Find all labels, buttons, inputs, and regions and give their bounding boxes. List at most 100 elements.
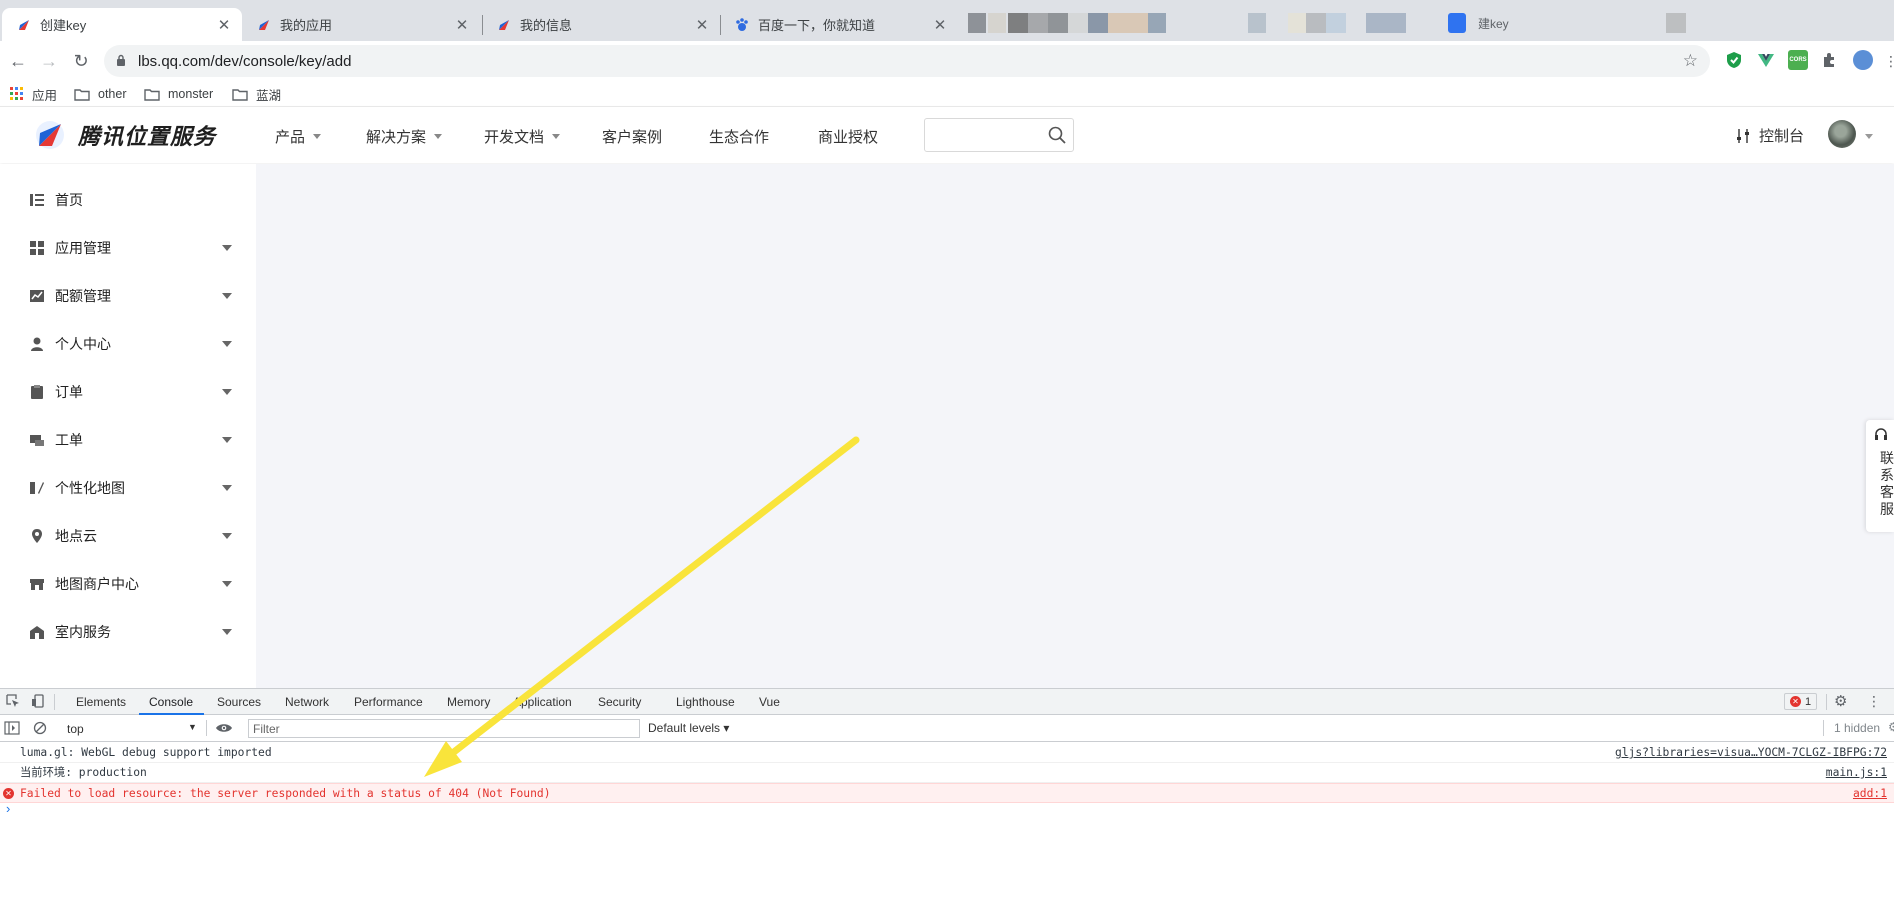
console-label: 控制台 <box>1759 128 1805 145</box>
devtools-tab-security[interactable]: Security <box>598 695 641 709</box>
bookmark-folder-other[interactable]: other <box>74 84 127 104</box>
contact-service-label: 联系客服 <box>1880 450 1894 517</box>
user-avatar[interactable] <box>1828 120 1856 148</box>
sidebar-item-merchant-center[interactable]: 地图商户中心 <box>0 560 256 608</box>
devtools-tab-bar: Elements Console Sources Network Perform… <box>0 689 1894 715</box>
folder-icon <box>232 88 248 101</box>
console-link[interactable]: 控制台 <box>1735 125 1804 146</box>
bookmark-folder-monster[interactable]: monster <box>144 84 213 104</box>
nav-ecosystem[interactable]: 生态合作 <box>709 126 769 147</box>
context-value: top <box>67 722 84 736</box>
sidebar-item-app-management[interactable]: 应用管理 <box>0 224 256 272</box>
settings-gear-icon[interactable]: ⚙ <box>1834 692 1847 710</box>
devtools-tab-console[interactable]: Console <box>149 695 193 709</box>
nav-products[interactable]: 产品 <box>275 126 322 147</box>
chevron-down-icon <box>222 389 232 395</box>
close-tab-icon[interactable]: ✕ <box>452 16 472 34</box>
profile-icon[interactable] <box>1853 50 1873 70</box>
nav-business-license[interactable]: 商业授权 <box>818 126 878 147</box>
devtools-tab-vue[interactable]: Vue <box>759 695 780 709</box>
inspect-element-icon[interactable] <box>6 694 20 708</box>
tab-title: 我的信息 <box>520 18 573 33</box>
sidebar-item-custom-map[interactable]: 个性化地图 <box>0 464 256 512</box>
devtools-tab-network[interactable]: Network <box>285 695 329 709</box>
browser-tab-my-apps[interactable]: 我的应用 ✕ <box>242 8 480 41</box>
close-tab-icon[interactable]: ✕ <box>692 16 712 34</box>
puzzle-extensions-icon[interactable] <box>1820 50 1840 70</box>
nav-dev-docs[interactable]: 开发文档 <box>484 126 561 147</box>
console-sidebar: 首页 应用管理 配额管理 个人中心 订单 工单 个性化地图 地点云 地图商户中心 <box>0 164 256 688</box>
bookmark-star-icon[interactable]: ☆ <box>1683 51 1698 71</box>
devtools-tab-performance[interactable]: Performance <box>354 695 423 709</box>
chart-icon <box>30 290 44 302</box>
console-settings-gear-icon[interactable]: ⚙ <box>1888 720 1894 734</box>
divider <box>206 720 207 736</box>
execution-context-select[interactable]: top ▼ <box>62 719 200 738</box>
browser-tab-my-info[interactable]: 我的信息 ✕ <box>482 8 720 41</box>
console-prompt-icon[interactable]: › <box>6 801 10 816</box>
devtools-tab-elements[interactable]: Elements <box>76 695 126 709</box>
console-log-row: 当前环境: production main.js:1 <box>0 763 1894 783</box>
sidebar-item-place-cloud[interactable]: 地点云 <box>0 512 256 560</box>
console-input[interactable] <box>20 799 1880 817</box>
close-tab-icon[interactable]: ✕ <box>930 16 950 34</box>
vue-extension-icon[interactable] <box>1756 50 1776 70</box>
forward-button[interactable]: → <box>37 49 61 73</box>
search-icon[interactable] <box>1047 125 1067 145</box>
cors-extension-icon[interactable]: CORS <box>1788 50 1808 70</box>
tab-title: 创建key <box>40 18 87 33</box>
tencent-lbs-favicon-icon <box>259 19 269 30</box>
devtools-tab-lighthouse[interactable]: Lighthouse <box>676 695 735 709</box>
console-filter-input[interactable]: Filter <box>248 719 640 738</box>
log-source-link[interactable]: main.js:1 <box>1826 763 1887 783</box>
folder-icon <box>144 88 160 101</box>
contact-service-button[interactable]: 联系客服 <box>1866 420 1894 532</box>
nav-label: 产品 <box>275 129 306 146</box>
devtools-tab-memory[interactable]: Memory <box>447 695 490 709</box>
sidebar-item-label: 订单 <box>55 384 83 400</box>
user-icon <box>31 337 43 351</box>
nav-label: 开发文档 <box>484 129 545 146</box>
chevron-down-icon <box>434 134 443 139</box>
show-sidebar-icon[interactable] <box>4 721 20 735</box>
bookmark-apps[interactable]: 应用 <box>10 84 57 104</box>
back-button[interactable]: ← <box>6 49 30 73</box>
devtools-tab-application[interactable]: Application <box>513 695 572 709</box>
brand-logo[interactable]: 腾讯位置服务 <box>34 119 216 151</box>
nav-solutions[interactable]: 解决方案 <box>366 126 443 147</box>
main-content: 联系客服 <box>256 164 1894 688</box>
browser-tab-create-key[interactable]: 创建key ✕ <box>2 8 242 41</box>
devtools-menu-icon[interactable]: ⋮ <box>1867 693 1881 710</box>
log-levels-dropdown[interactable]: Default levels ▾ <box>648 721 729 735</box>
sidebar-item-tickets[interactable]: 工单 <box>0 416 256 464</box>
chevron-down-icon <box>222 533 232 539</box>
clear-console-icon[interactable] <box>33 721 47 735</box>
sidebar-item-label: 个人中心 <box>55 336 111 352</box>
devtools-tab-sources[interactable]: Sources <box>217 695 261 709</box>
bookmark-folder-lanhu[interactable]: 蓝湖 <box>232 84 281 104</box>
divider <box>1826 694 1827 710</box>
live-expression-eye-icon[interactable] <box>215 722 233 734</box>
nav-customer-cases[interactable]: 客户案例 <box>602 126 662 147</box>
error-count: 1 <box>1805 695 1812 708</box>
chevron-down-icon[interactable] <box>1865 134 1873 139</box>
shield-extension-icon[interactable] <box>1724 50 1744 70</box>
browser-tab-baidu[interactable]: 百度一下，你就知道 ✕ <box>720 8 958 41</box>
sidebar-item-personal-center[interactable]: 个人中心 <box>0 320 256 368</box>
bookmark-label: other <box>98 87 127 101</box>
error-count-badge[interactable]: ✕ 1 <box>1784 693 1818 710</box>
sidebar-item-orders[interactable]: 订单 <box>0 368 256 416</box>
log-message: 当前环境: production <box>20 766 147 779</box>
device-toolbar-icon[interactable] <box>31 694 45 708</box>
browser-menu-icon[interactable]: ⋮ <box>1884 53 1894 70</box>
sidebar-item-quota-management[interactable]: 配额管理 <box>0 272 256 320</box>
site-search-input[interactable] <box>924 118 1074 152</box>
log-source-link[interactable]: gljs?libraries=visua…YOCM-7CLGZ-IBFPG:72 <box>1615 743 1887 763</box>
address-bar[interactable]: lbs.qq.com/dev/console/key/add ☆ <box>104 45 1710 77</box>
close-tab-icon[interactable]: ✕ <box>214 16 234 34</box>
nav-label: 客户案例 <box>602 129 663 146</box>
sidebar-item-home[interactable]: 首页 <box>0 176 256 224</box>
reload-button[interactable]: ↻ <box>69 49 93 73</box>
url-text[interactable]: lbs.qq.com/dev/console/key/add <box>138 53 351 70</box>
sidebar-item-indoor-service[interactable]: 室内服务 <box>0 608 256 656</box>
